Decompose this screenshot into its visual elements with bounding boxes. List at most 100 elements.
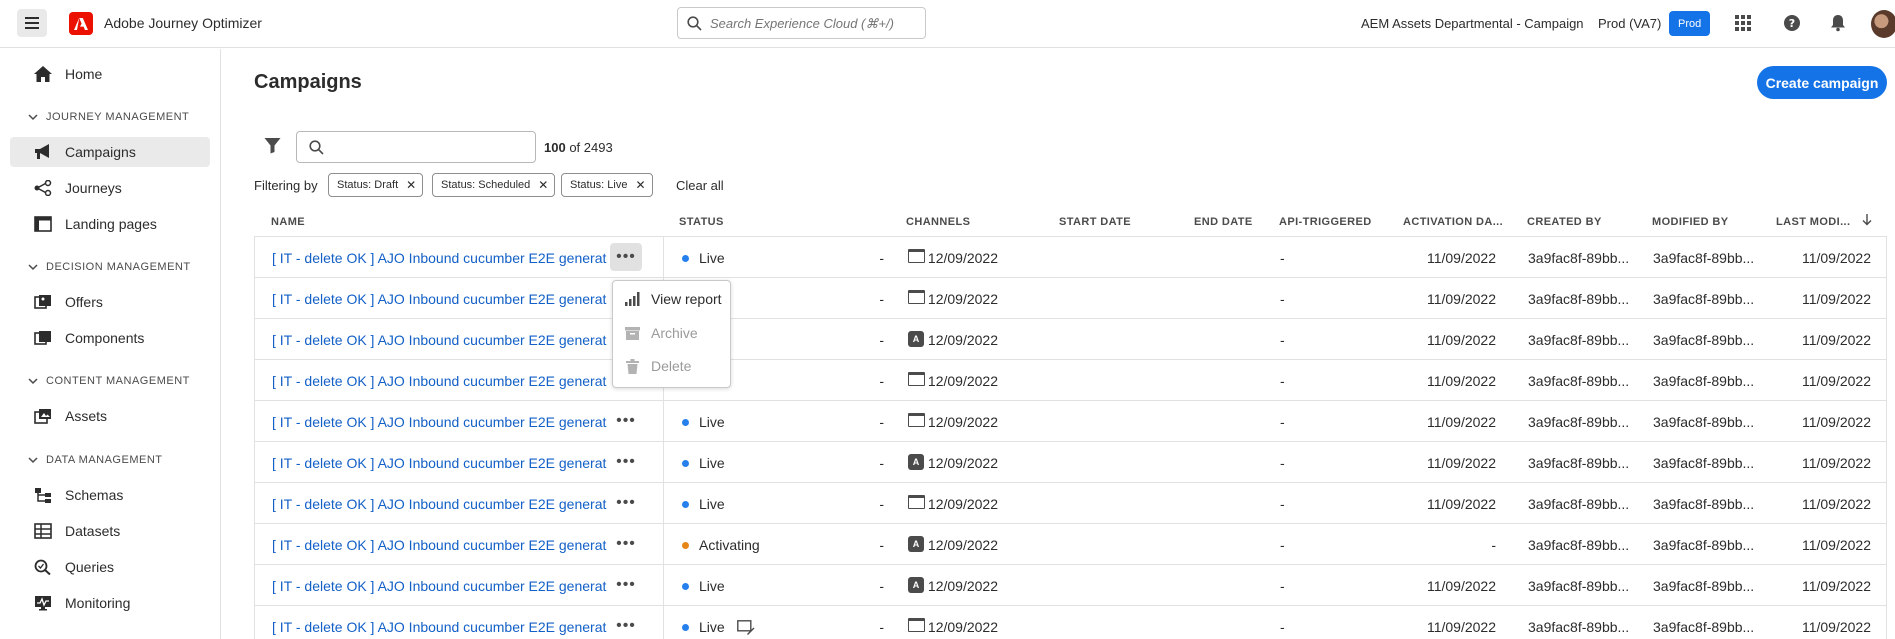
- adobe-logo[interactable]: [69, 12, 93, 35]
- campaign-name-link[interactable]: [ IT - delete OK ] AJO Inbound cucumber …: [272, 496, 606, 512]
- filter-icon[interactable]: [264, 137, 281, 154]
- filter-chip-live[interactable]: Status: Live ✕: [561, 173, 653, 197]
- column-header-activation-date[interactable]: ACTIVATION DA...: [1403, 216, 1503, 228]
- filter-chip-draft[interactable]: Status: Draft ✕: [328, 173, 424, 197]
- table-row[interactable]: [ IT - delete OK ] AJO Inbound cucumber …: [255, 360, 1886, 401]
- filter-chip-scheduled[interactable]: Status: Scheduled ✕: [432, 173, 556, 197]
- column-header-created-by[interactable]: CREATED BY: [1527, 216, 1602, 228]
- sidebar-item-schemas[interactable]: Schemas: [10, 480, 210, 510]
- ellipsis-icon: •••: [616, 535, 636, 552]
- apps-grid-icon[interactable]: [1734, 14, 1752, 32]
- activation-date-cell: 11/09/2022: [1426, 250, 1496, 266]
- column-header-status[interactable]: STATUS: [679, 216, 724, 228]
- more-actions-button[interactable]: •••: [610, 612, 642, 639]
- sidebar-item-datasets[interactable]: Datasets: [10, 516, 210, 546]
- sidebar-item-offers[interactable]: Offers: [10, 287, 210, 317]
- status-cell: Live: [682, 578, 725, 594]
- campaign-search[interactable]: [296, 131, 536, 163]
- sidebar-item-journeys[interactable]: Journeys: [10, 173, 210, 203]
- table-row[interactable]: [ IT - delete OK ] AJO Inbound cucumber …: [255, 606, 1886, 639]
- column-header-start-date[interactable]: START DATE: [1059, 216, 1131, 228]
- campaign-name-link[interactable]: [ IT - delete OK ] AJO Inbound cucumber …: [272, 537, 606, 553]
- column-divider: [663, 401, 664, 441]
- filtering-label: Filtering by: [254, 178, 318, 193]
- campaign-name-link[interactable]: [ IT - delete OK ] AJO Inbound cucumber …: [272, 291, 606, 307]
- table-row[interactable]: [ IT - delete OK ] AJO Inbound cucumber …: [255, 565, 1886, 606]
- archive-icon: [624, 325, 641, 342]
- table-row[interactable]: [ IT - delete OK ] AJO Inbound cucumber …: [255, 278, 1886, 319]
- chevron-down-icon: [28, 378, 38, 385]
- sidebar-item-home[interactable]: Home: [10, 59, 210, 89]
- menu-item-archive[interactable]: Archive: [613, 318, 730, 348]
- column-header-api-triggered[interactable]: API-TRIGGERED: [1279, 216, 1372, 228]
- created-by-cell: 3a9fac8f-89bb...: [1528, 332, 1630, 348]
- column-divider: [663, 524, 664, 564]
- section-journey-management[interactable]: JOURNEY MANAGEMENT: [27, 111, 189, 123]
- menu-item-view-report[interactable]: View report: [613, 284, 730, 314]
- sidebar-item-monitoring[interactable]: Monitoring: [10, 588, 210, 618]
- bell-icon[interactable]: [1829, 14, 1847, 32]
- table-row[interactable]: [ IT - delete OK ] AJO Inbound cucumber …: [255, 401, 1886, 442]
- sidebar-item-assets[interactable]: Assets: [10, 401, 210, 431]
- api-triggered-cell: -: [1280, 578, 1285, 594]
- chevron-down-icon: [28, 264, 38, 271]
- table-row[interactable]: [ IT - delete OK ] AJO Inbound cucumber …: [255, 319, 1886, 360]
- arrow-down-icon[interactable]: [1862, 214, 1872, 226]
- close-icon[interactable]: ✕: [406, 178, 416, 192]
- campaign-name-link[interactable]: [ IT - delete OK ] AJO Inbound cucumber …: [272, 578, 606, 594]
- column-header-end-date[interactable]: END DATE: [1194, 216, 1253, 228]
- sidebar-item-landing-pages[interactable]: Landing pages: [10, 209, 210, 239]
- menu-item-delete[interactable]: Delete: [613, 351, 730, 381]
- section-decision-management[interactable]: DECISION MANAGEMENT: [27, 261, 191, 273]
- table-row[interactable]: [ IT - delete OK ] AJO Inbound cucumber …: [255, 524, 1886, 565]
- create-campaign-button[interactable]: Create campaign: [1757, 66, 1887, 99]
- column-divider: [663, 442, 664, 482]
- global-search[interactable]: [677, 7, 926, 39]
- edit-icon[interactable]: [736, 619, 755, 635]
- campaign-name-link[interactable]: [ IT - delete OK ] AJO Inbound cucumber …: [272, 373, 606, 389]
- sidebar-item-campaigns[interactable]: Campaigns: [10, 137, 210, 167]
- section-data-management[interactable]: DATA MANAGEMENT: [27, 454, 163, 466]
- column-header-name[interactable]: NAME: [271, 216, 305, 228]
- modified-by-cell: 3a9fac8f-89bb...: [1653, 455, 1755, 471]
- modified-by-cell: 3a9fac8f-89bb...: [1653, 414, 1755, 430]
- campaign-name-link[interactable]: [ IT - delete OK ] AJO Inbound cucumber …: [272, 332, 606, 348]
- avatar[interactable]: [1871, 10, 1895, 38]
- column-header-last-modified[interactable]: LAST MODI...: [1776, 216, 1850, 228]
- sidebar-item-queries[interactable]: Queries: [10, 552, 210, 582]
- more-actions-button[interactable]: •••: [610, 243, 642, 271]
- schema-icon: [33, 486, 53, 504]
- close-icon[interactable]: ✕: [538, 178, 548, 192]
- table-row[interactable]: [ IT - delete OK ] AJO Inbound cucumber …: [255, 442, 1886, 483]
- more-actions-button[interactable]: •••: [610, 489, 642, 517]
- more-actions-button[interactable]: •••: [610, 407, 642, 435]
- campaign-name-link[interactable]: [ IT - delete OK ] AJO Inbound cucumber …: [272, 455, 606, 471]
- sandbox-switcher[interactable]: Prod (VA7): [1598, 16, 1661, 31]
- close-icon[interactable]: ✕: [635, 178, 645, 192]
- column-header-modified-by[interactable]: MODIFIED BY: [1652, 216, 1729, 228]
- campaign-name-link[interactable]: [ IT - delete OK ] AJO Inbound cucumber …: [272, 619, 606, 635]
- environment-badge[interactable]: Prod: [1669, 11, 1711, 36]
- campaign-name-link[interactable]: [ IT - delete OK ] AJO Inbound cucumber …: [272, 414, 606, 430]
- app-title[interactable]: Adobe Journey Optimizer: [104, 15, 262, 31]
- modified-by-cell: 3a9fac8f-89bb...: [1653, 373, 1755, 389]
- section-content-management[interactable]: CONTENT MANAGEMENT: [27, 375, 190, 387]
- more-actions-button[interactable]: •••: [610, 530, 642, 558]
- campaign-search-input[interactable]: [332, 139, 522, 155]
- end-date-cell: 12/09/2022: [927, 414, 998, 430]
- table-row[interactable]: [ IT - delete OK ] AJO Inbound cucumber …: [255, 237, 1886, 278]
- menu-icon[interactable]: [17, 9, 47, 37]
- last-modified-cell: 11/09/2022: [1801, 250, 1871, 266]
- campaign-name-link[interactable]: [ IT - delete OK ] AJO Inbound cucumber …: [272, 250, 606, 266]
- help-icon[interactable]: ?: [1783, 14, 1801, 32]
- clear-all-link[interactable]: Clear all: [676, 178, 724, 193]
- in-app-channel-icon: A: [908, 577, 924, 593]
- status-label: Live: [699, 250, 725, 266]
- column-header-channels[interactable]: CHANNELS: [906, 216, 970, 228]
- more-actions-button[interactable]: •••: [610, 571, 642, 599]
- table-row[interactable]: [ IT - delete OK ] AJO Inbound cucumber …: [255, 483, 1886, 524]
- global-search-input[interactable]: [710, 15, 910, 31]
- more-actions-button[interactable]: •••: [610, 448, 642, 476]
- org-switcher[interactable]: AEM Assets Departmental - Campaign: [1361, 16, 1584, 31]
- sidebar-item-components[interactable]: Components: [10, 323, 210, 353]
